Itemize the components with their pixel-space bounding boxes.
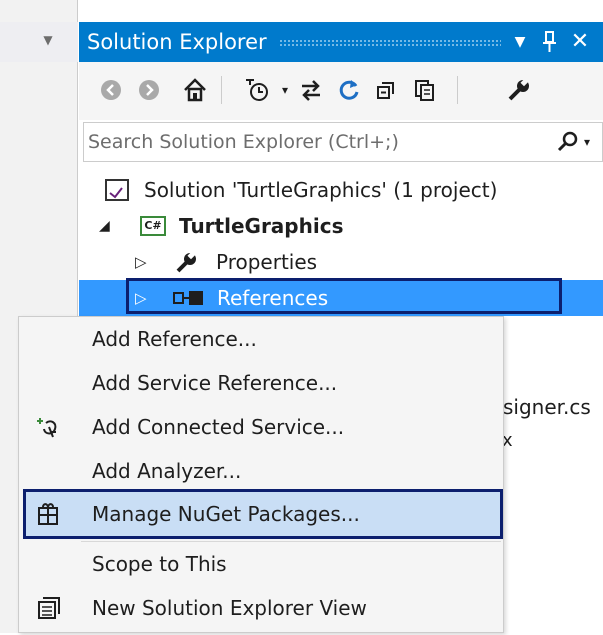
panel-title: Solution Explorer (87, 30, 267, 54)
toolbar-separator (457, 76, 458, 104)
menu-item-label: Add Connected Service... (92, 415, 345, 439)
collapse-all-icon[interactable] (371, 74, 403, 106)
menu-item-scope-to-this[interactable]: Scope to This (19, 542, 503, 586)
search-icon[interactable] (554, 123, 582, 161)
menu-item-add-connected-service[interactable]: Add Connected Service... (19, 405, 503, 449)
search-input[interactable] (88, 125, 543, 159)
sync-with-active-document-icon[interactable] (295, 74, 327, 106)
csharp-project-icon: C# (140, 216, 166, 236)
refresh-icon[interactable] (333, 74, 365, 106)
pin-icon[interactable] (537, 22, 563, 62)
menu-item-add-service-reference[interactable]: Add Service Reference... (19, 361, 503, 405)
toolbar: ▾ (79, 62, 603, 120)
collapsed-arrow-icon[interactable]: ▷ (135, 244, 147, 280)
show-all-files-icon[interactable] (409, 74, 441, 106)
search-options-dropdown-icon[interactable]: ▾ (584, 123, 600, 161)
menu-item-label: New Solution Explorer View (92, 596, 367, 620)
wrench-icon (175, 250, 199, 278)
menu-item-label: Scope to This (92, 552, 227, 576)
forward-icon[interactable] (133, 74, 165, 106)
menu-item-label: Manage NuGet Packages... (92, 502, 360, 526)
titlebar-grip[interactable] (279, 39, 501, 47)
tab-dropdown-icon[interactable]: ▼ (38, 30, 58, 50)
references-highlight-outline (126, 278, 562, 314)
search-box: ▾ (83, 122, 603, 162)
tree-item-project[interactable]: ◢ C# TurtleGraphics (79, 208, 603, 244)
menu-item-manage-nuget-packages[interactable]: Manage NuGet Packages... (23, 489, 503, 539)
tree-item-solution[interactable]: Solution 'TurtleGraphics' (1 project) (79, 172, 603, 208)
project-label: TurtleGraphics (179, 214, 344, 238)
menu-item-label: Add Service Reference... (92, 371, 338, 395)
home-icon[interactable] (179, 74, 211, 106)
connected-service-icon (29, 405, 69, 449)
menu-item-label: Add Analyzer... (92, 459, 242, 483)
menu-item-add-reference[interactable]: Add Reference... (19, 317, 503, 361)
solution-icon (105, 179, 129, 201)
toolbar-separator (221, 76, 222, 104)
back-icon[interactable] (95, 74, 127, 106)
window-position-dropdown-icon[interactable]: ▼ (507, 22, 533, 62)
nuget-icon (28, 492, 68, 536)
close-icon[interactable]: ✕ (567, 22, 593, 62)
menu-item-new-solution-explorer-view[interactable]: New Solution Explorer View (19, 586, 503, 630)
properties-label: Properties (216, 250, 318, 274)
expanded-arrow-icon[interactable]: ◢ (99, 208, 110, 244)
menu-item-add-analyzer[interactable]: Add Analyzer... (19, 449, 503, 493)
solution-label: Solution 'TurtleGraphics' (1 project) (144, 178, 498, 202)
properties-icon[interactable] (503, 74, 535, 106)
solution-explorer-titlebar: Solution Explorer ▼ ✕ (79, 22, 603, 62)
context-menu: Add Reference... Add Service Reference..… (18, 316, 504, 633)
tree-item-properties[interactable]: ▷ Properties (79, 244, 603, 280)
partial-file-label: signer.cs (503, 395, 591, 419)
new-view-icon (29, 586, 69, 630)
menu-item-label: Add Reference... (92, 327, 257, 351)
